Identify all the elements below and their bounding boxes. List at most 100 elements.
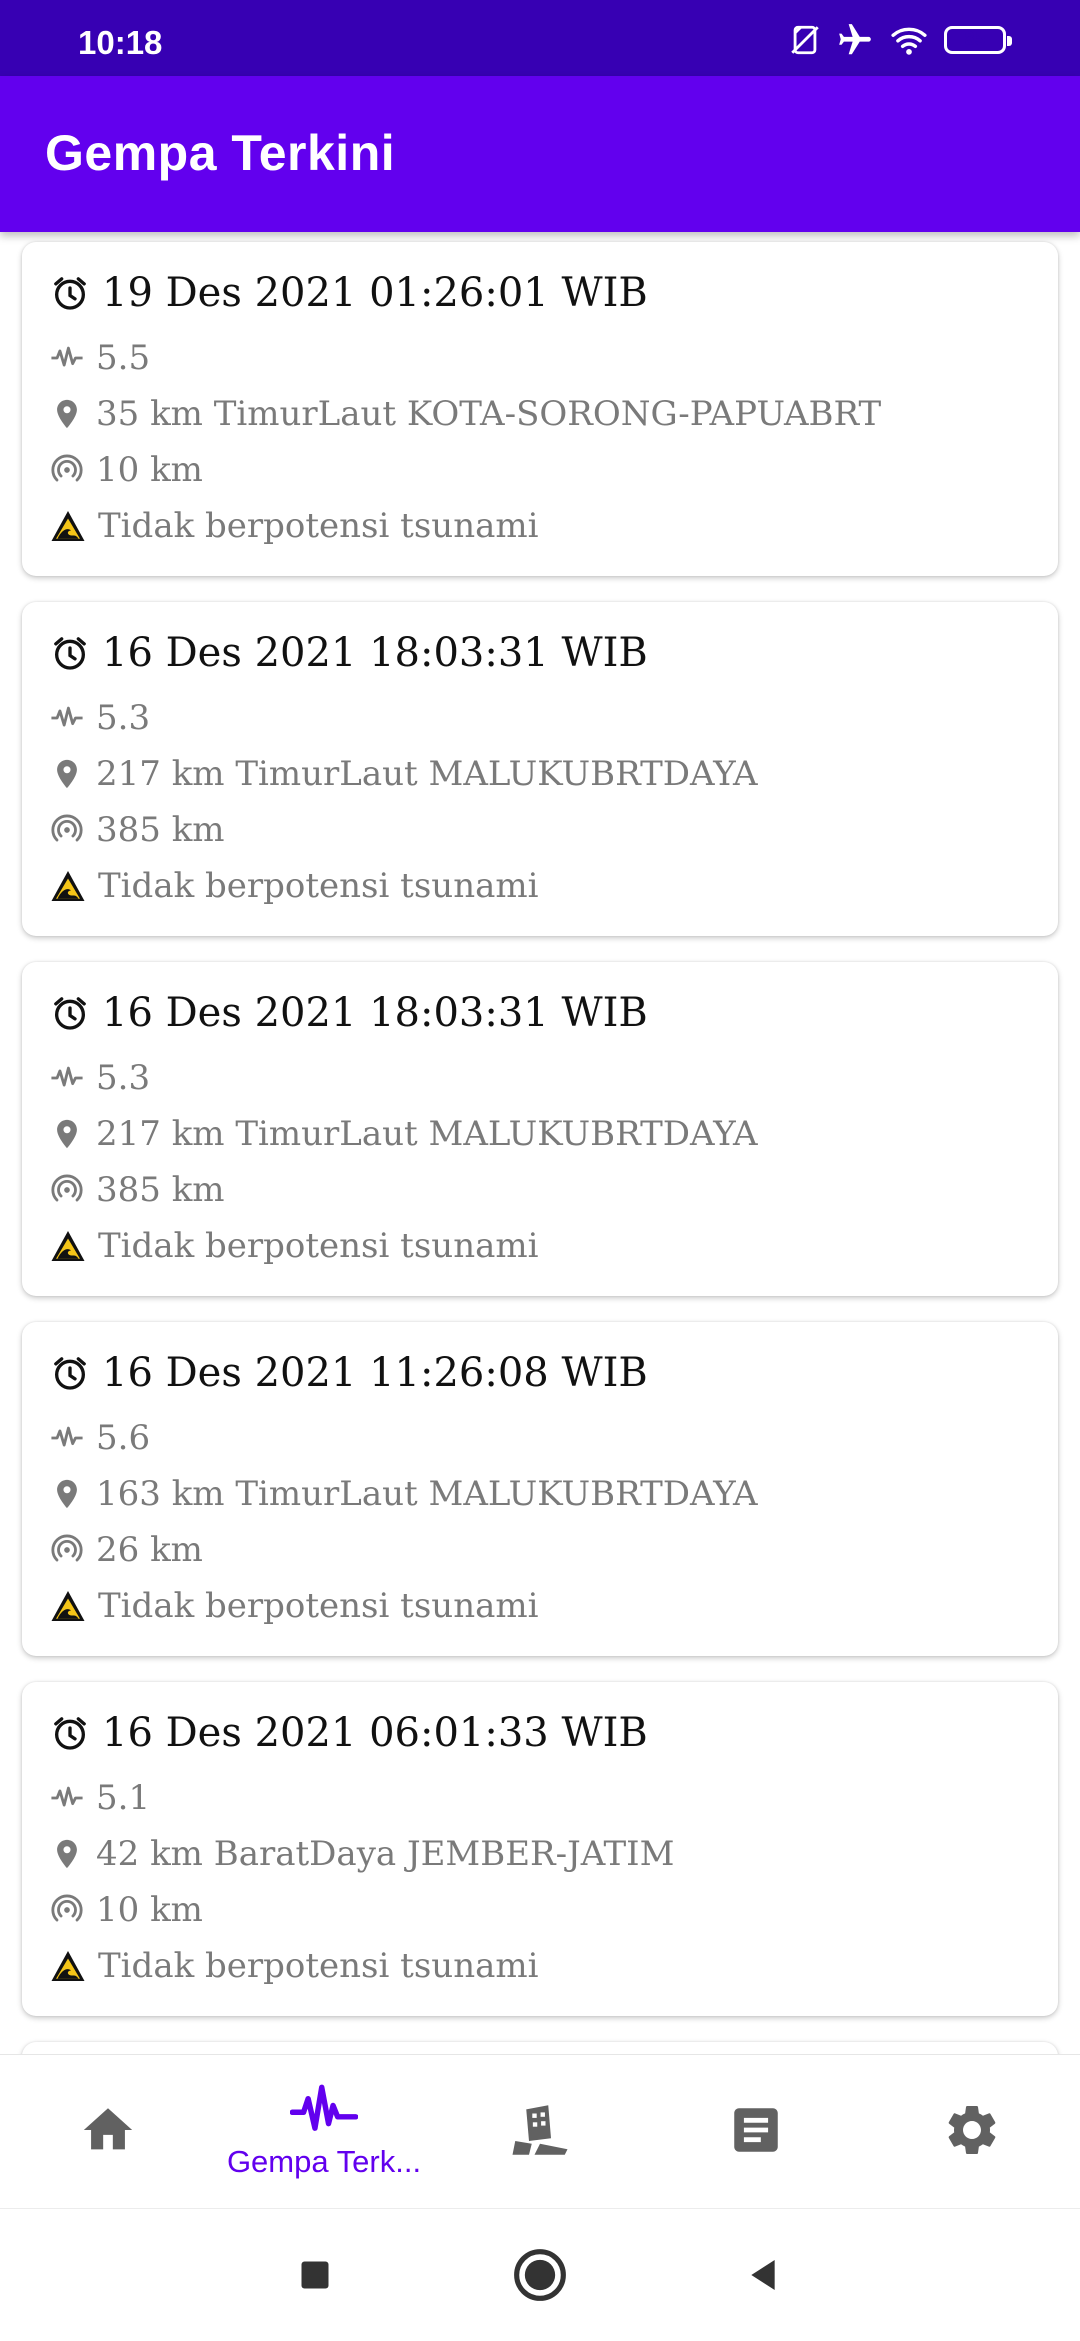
earthquake-list[interactable]: 19 Des 2021 01:26:01 WIB 5.5 35 km Timur…: [0, 232, 1080, 2054]
seismic-wave-icon: [50, 1421, 84, 1455]
magnitude-row: 5.6: [50, 1418, 150, 1458]
quake-location: 35 km TimurLaut KOTA-SORONG-PAPUABRT: [96, 394, 882, 434]
depth-signal-icon: [50, 1173, 84, 1207]
depth-row: 26 km: [50, 1530, 203, 1570]
battery-level: 85: [964, 29, 986, 50]
quake-datetime: 16 Des 2021 18:03:31 WIB: [102, 630, 648, 676]
location-pin-icon: [50, 1477, 84, 1511]
status-icons: 85: [788, 20, 1012, 60]
earthquake-card[interactable]: 16 Des 2021 06:01:33 WIB 5.1 42 km Barat…: [22, 1682, 1058, 2016]
earthquake-card[interactable]: 16 Des 2021 18:03:31 WIB 5.3 217 km Timu…: [22, 602, 1058, 936]
quake-depth: 10 km: [96, 450, 203, 490]
quake-datetime: 16 Des 2021 06:01:33 WIB: [102, 1710, 648, 1756]
seismic-wave-icon: [50, 1061, 84, 1095]
alarm-clock-icon: [50, 993, 90, 1033]
article-icon: [727, 2101, 785, 2163]
quake-magnitude: 5.6: [96, 1418, 151, 1458]
quake-datetime: 19 Des 2021 01:26:01 WIB: [102, 270, 648, 316]
time-row: 16 Des 2021 18:03:31 WIB: [50, 630, 648, 676]
earthquake-card[interactable]: 16 Des 2021 11:26:08 WIB 5.6 163 km Timu…: [22, 1322, 1058, 1656]
location-pin-icon: [50, 1117, 84, 1151]
quake-tsunami-potential: Tidak berpotensi tsunami: [98, 1226, 539, 1266]
location-row: 35 km TimurLaut KOTA-SORONG-PAPUABRT: [50, 394, 881, 434]
alarm-clock-icon: [50, 1713, 90, 1753]
bottom-navigation: Gempa Terk...: [0, 2054, 1080, 2209]
location-row: 217 km TimurLaut MALUKUBRTDAYA: [50, 1114, 758, 1154]
tsunami-warning-icon: [50, 869, 86, 903]
quake-tsunami-potential: Tidak berpotensi tsunami: [98, 1946, 539, 1986]
alarm-clock-icon: [50, 1353, 90, 1393]
tsunami-row: Tidak berpotensi tsunami: [50, 1586, 538, 1626]
airplane-mode-icon: [836, 21, 874, 59]
location-pin-icon: [50, 757, 84, 791]
seismic-wave-icon: [50, 1781, 84, 1815]
nav-item-gempa-terkini[interactable]: Gempa Terk...: [216, 2055, 432, 2209]
depth-row: 10 km: [50, 450, 203, 490]
battery-icon: 85: [944, 26, 1012, 54]
nav-item-building-damage[interactable]: [432, 2055, 648, 2209]
quake-tsunami-potential: Tidak berpotensi tsunami: [98, 506, 539, 546]
recents-square-icon: [297, 2257, 333, 2297]
page-title: Gempa Terkini: [45, 125, 396, 181]
quake-location: 217 km TimurLaut MALUKUBRTDAYA: [96, 754, 758, 794]
alarm-clock-icon: [50, 273, 90, 313]
battery-nub: [1007, 36, 1012, 46]
depth-signal-icon: [50, 1893, 84, 1927]
seismograph-icon: [289, 2084, 359, 2140]
quake-magnitude: 5.1: [96, 1778, 151, 1818]
quake-depth: 26 km: [96, 1530, 203, 1570]
time-row: 16 Des 2021 18:03:31 WIB: [50, 990, 648, 1036]
settings-icon: [942, 2100, 1002, 2164]
recents-button[interactable]: [283, 2245, 347, 2309]
quake-magnitude: 5.5: [96, 338, 151, 378]
quake-tsunami-potential: Tidak berpotensi tsunami: [98, 866, 539, 906]
depth-row: 385 km: [50, 1170, 225, 1210]
earthquake-card[interactable]: 19 Des 2021 01:26:01 WIB 5.5 35 km Timur…: [22, 242, 1058, 576]
tsunami-warning-icon: [50, 1949, 86, 1983]
nav-label-gempa-terkini: Gempa Terk...: [226, 2144, 422, 2179]
tsunami-row: Tidak berpotensi tsunami: [50, 866, 538, 906]
magnitude-row: 5.3: [50, 698, 150, 738]
depth-row: 10 km: [50, 1890, 203, 1930]
quake-datetime: 16 Des 2021 18:03:31 WIB: [102, 990, 648, 1036]
tsunami-warning-icon: [50, 1229, 86, 1263]
earthquake-card-partial[interactable]: [22, 2042, 1058, 2054]
quake-depth: 385 km: [96, 810, 225, 850]
tsunami-warning-icon: [50, 1589, 86, 1623]
home-circle-icon: [512, 2247, 568, 2307]
depth-signal-icon: [50, 813, 84, 847]
earthquake-card[interactable]: 16 Des 2021 18:03:31 WIB 5.3 217 km Timu…: [22, 962, 1058, 1296]
tsunami-row: Tidak berpotensi tsunami: [50, 506, 538, 546]
nav-item-articles[interactable]: [648, 2055, 864, 2209]
location-pin-icon: [50, 397, 84, 431]
location-row: 163 km TimurLaut MALUKUBRTDAYA: [50, 1474, 758, 1514]
magnitude-row: 5.3: [50, 1058, 150, 1098]
app-bar: Gempa Terkini: [0, 76, 1080, 232]
tsunami-warning-icon: [50, 509, 86, 543]
wifi-icon: [888, 21, 930, 59]
time-row: 16 Des 2021 06:01:33 WIB: [50, 1710, 648, 1756]
depth-signal-icon: [50, 1533, 84, 1567]
status-bar: 10:18 85: [0, 0, 1080, 76]
back-button[interactable]: [731, 2245, 795, 2309]
quake-depth: 10 km: [96, 1890, 203, 1930]
quake-location: 163 km TimurLaut MALUKUBRTDAYA: [96, 1474, 758, 1514]
nav-item-settings[interactable]: [864, 2055, 1080, 2209]
home-icon: [79, 2101, 137, 2163]
quake-location: 217 km TimurLaut MALUKUBRTDAYA: [96, 1114, 758, 1154]
system-navigation-bar: [0, 2208, 1080, 2341]
seismic-wave-icon: [50, 341, 84, 375]
nav-item-home[interactable]: [0, 2055, 216, 2209]
depth-signal-icon: [50, 453, 84, 487]
alarm-clock-icon: [50, 633, 90, 673]
depth-row: 385 km: [50, 810, 225, 850]
seismic-wave-icon: [50, 701, 84, 735]
home-button[interactable]: [508, 2245, 572, 2309]
magnitude-row: 5.1: [50, 1778, 150, 1818]
time-row: 19 Des 2021 01:26:01 WIB: [50, 270, 648, 316]
time-row: 16 Des 2021 11:26:08 WIB: [50, 1350, 648, 1396]
quake-magnitude: 5.3: [96, 1058, 151, 1098]
no-sim-icon: [788, 23, 822, 57]
quake-tsunami-potential: Tidak berpotensi tsunami: [98, 1586, 539, 1626]
quake-magnitude: 5.3: [96, 698, 151, 738]
